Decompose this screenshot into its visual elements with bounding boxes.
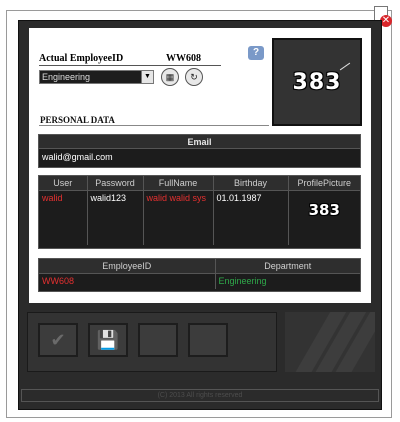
dept-table-header-row: EmployeeID Department [39, 259, 360, 274]
department-table: EmployeeID Department WW608 Engineering [38, 258, 361, 292]
birthday-col-header: Birthday [213, 176, 289, 191]
profile-picture-logo: 383 [308, 200, 340, 219]
decorative-pattern [285, 312, 375, 372]
employee-id-underline [39, 65, 221, 66]
employee-id-label: Actual EmployeeID [39, 53, 124, 64]
check-icon[interactable]: ✔ [38, 323, 78, 357]
action-toolbar: ✔ 💾 [27, 312, 277, 372]
refresh-icon[interactable]: ↻ [185, 68, 203, 86]
employee-panel: Actual EmployeeID WW608 ? 383 Engineerin… [29, 28, 371, 303]
table-row[interactable]: WW608 Engineering [39, 273, 360, 289]
user-table: User Password FullName Birthday ProfileP… [38, 175, 361, 249]
personal-data-title: PERSONAL DATA [40, 115, 115, 125]
blank-button-1[interactable] [138, 323, 178, 357]
email-value[interactable]: walid@gmail.com [39, 149, 360, 165]
save-icon[interactable]: 💾 [88, 323, 128, 357]
grid-icon[interactable]: ▦ [161, 68, 179, 86]
department-cell[interactable]: Engineering [215, 273, 360, 289]
user-cell[interactable]: walid [39, 190, 88, 245]
employee-id-col-header: EmployeeID [39, 259, 216, 274]
chevron-down-icon[interactable]: ▼ [141, 71, 153, 83]
birthday-cell[interactable]: 01.01.1987 [213, 190, 289, 245]
profile-logo-text: 383 [292, 69, 342, 95]
email-section: Email walid@gmail.com [38, 134, 361, 168]
status-bar: (C) 2013 All rights reserved [21, 389, 379, 402]
email-header: Email [39, 135, 360, 149]
profile-photo[interactable]: 383 [272, 38, 362, 126]
password-cell[interactable]: walid123 [87, 190, 144, 245]
password-col-header: Password [87, 176, 144, 191]
user-table-header-row: User Password FullName Birthday ProfileP… [39, 176, 360, 191]
table-row[interactable]: walid walid123 walid walid sys 01.01.198… [39, 190, 360, 245]
fullname-cell[interactable]: walid walid sys [143, 190, 214, 245]
department-col-header: Department [215, 259, 360, 274]
employee-id-value: WW608 [166, 53, 201, 64]
profile-picture-cell[interactable]: 383 [288, 190, 360, 245]
department-select-value: Engineering [42, 72, 91, 82]
department-select[interactable]: Engineering ▼ [39, 70, 154, 84]
help-icon[interactable]: ? [248, 46, 264, 60]
user-col-header: User [39, 176, 88, 191]
fullname-col-header: FullName [143, 176, 214, 191]
profile-picture-col-header: ProfilePicture [288, 176, 360, 191]
blank-button-2[interactable] [188, 323, 228, 357]
employee-id-cell[interactable]: WW608 [39, 273, 216, 289]
personal-data-underline [39, 125, 269, 126]
